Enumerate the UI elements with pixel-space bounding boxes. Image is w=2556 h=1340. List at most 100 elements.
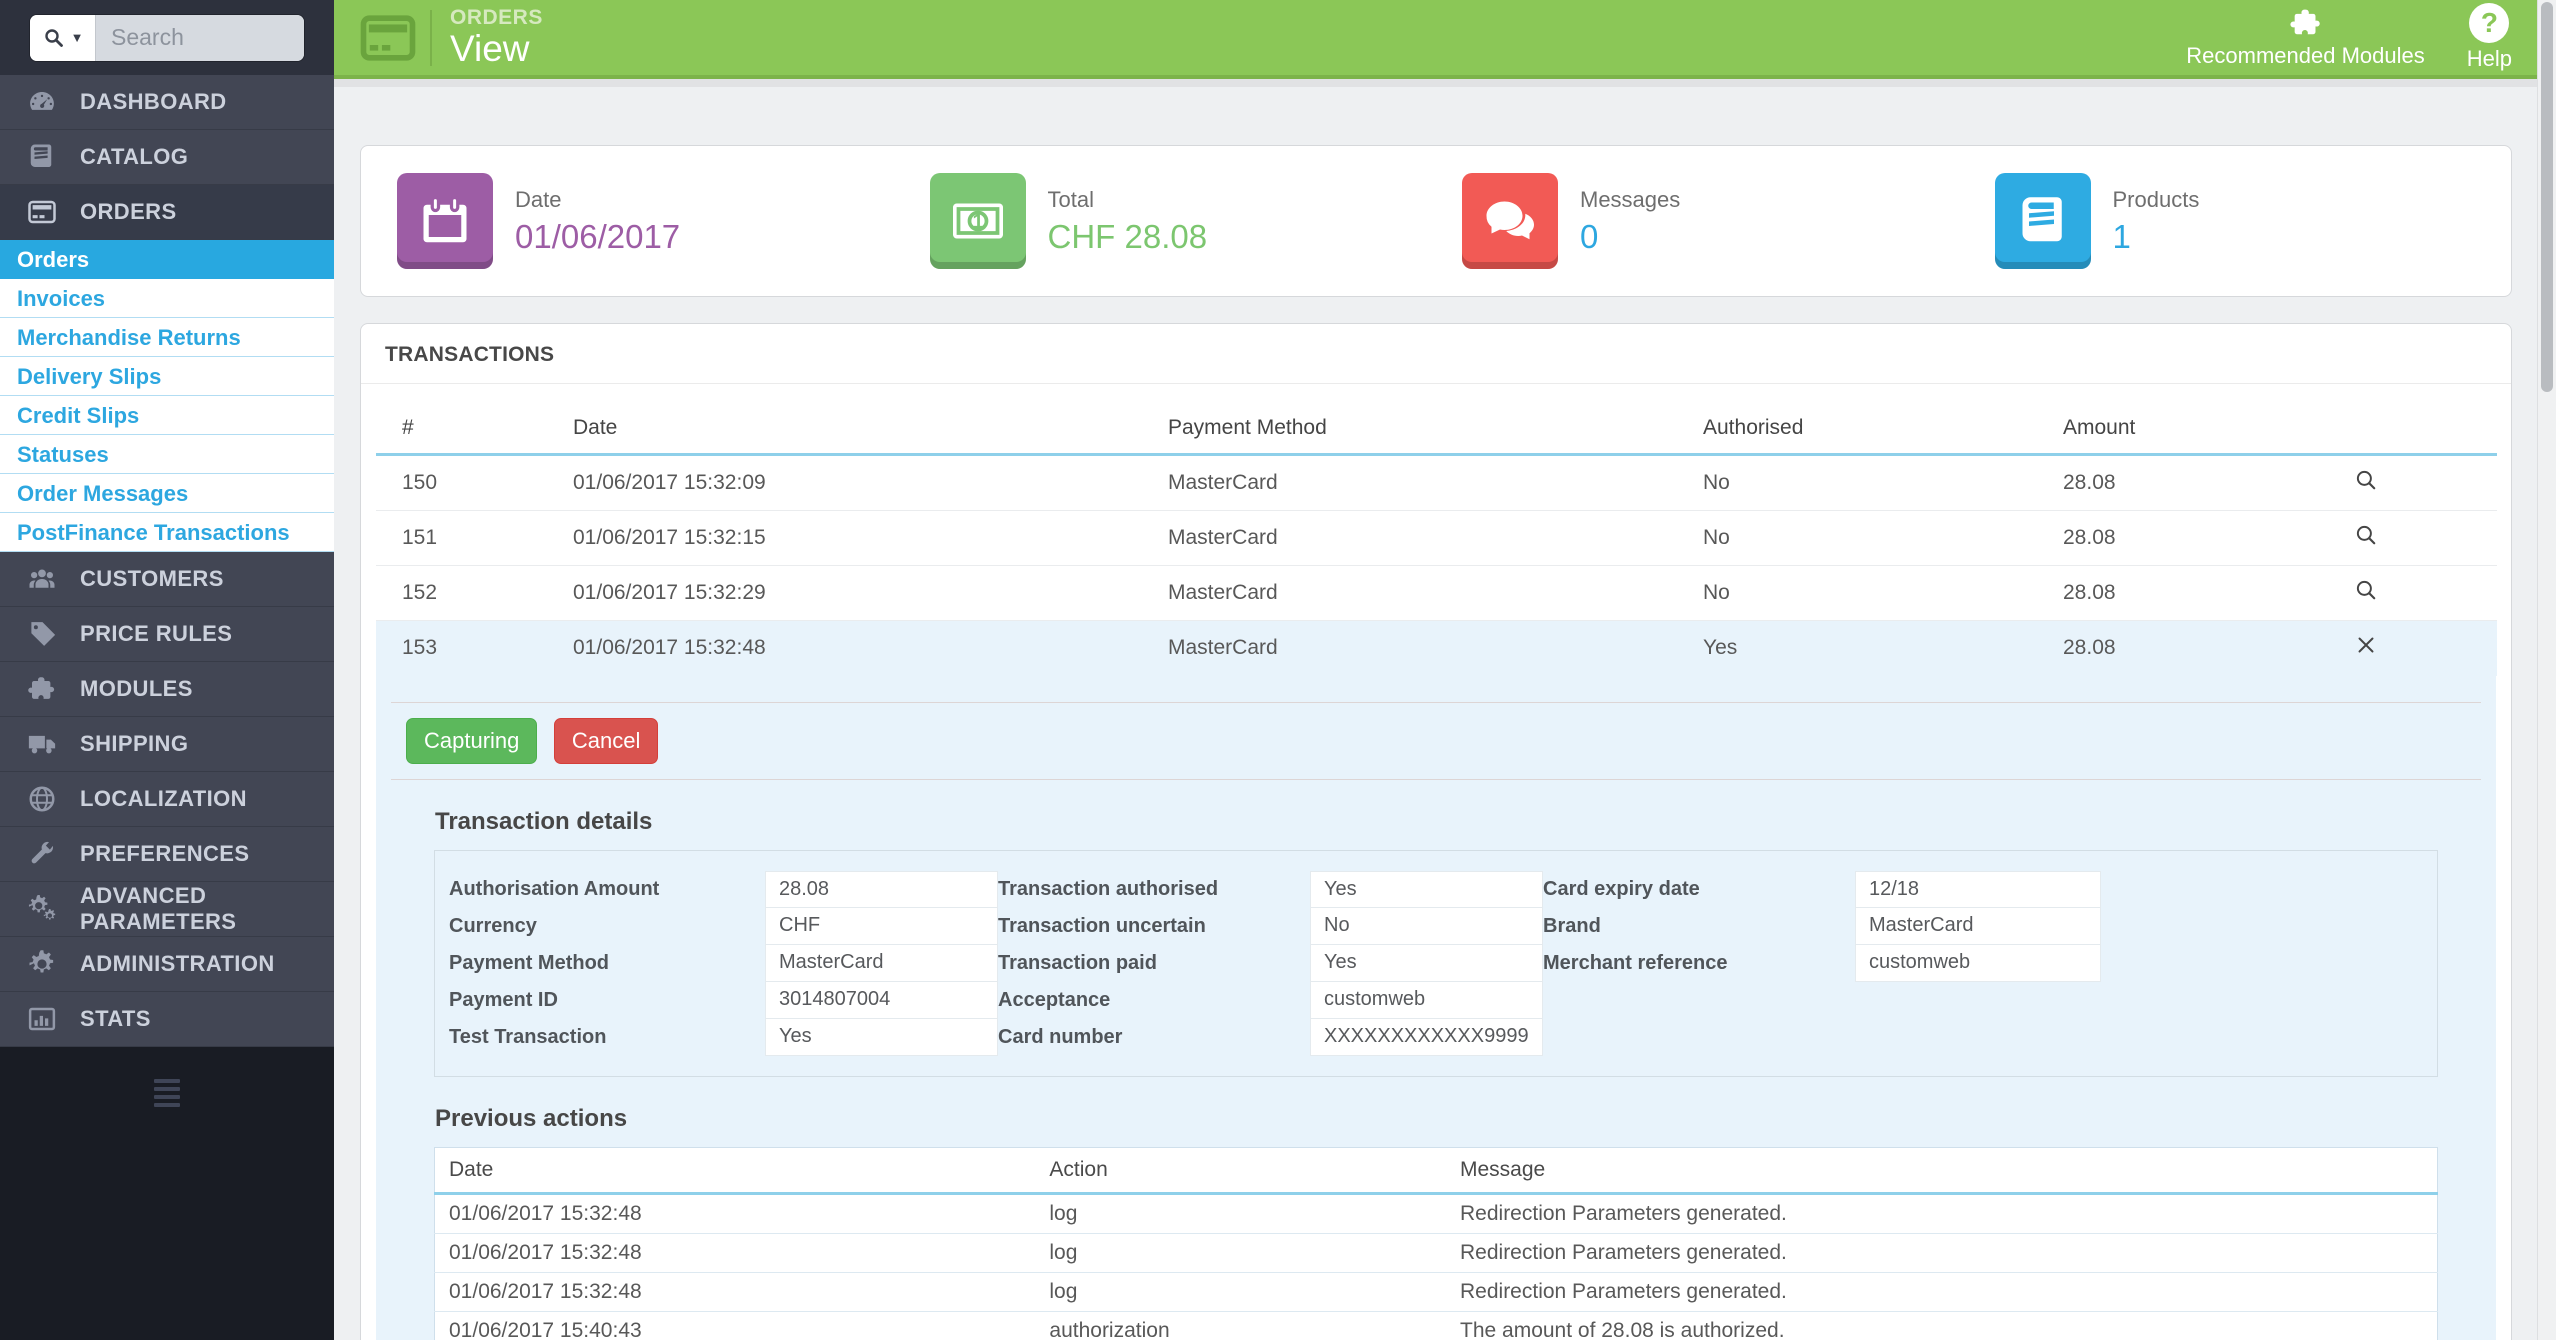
previous-actions-table: Date Action Message 01/06/2017 15:32:48 … xyxy=(434,1147,2438,1340)
details-column-3: Card expiry date12/18 BrandMasterCard Me… xyxy=(1543,871,2101,982)
cell-date: 01/06/2017 15:32:48 xyxy=(435,1273,1036,1312)
cell-date: 01/06/2017 15:32:48 xyxy=(435,1234,1036,1273)
transaction-details-section: Transaction details Authorisation Amount… xyxy=(434,808,2438,1077)
header-divider xyxy=(430,10,432,66)
search-scope-button[interactable]: ▼ xyxy=(30,15,96,61)
submenu-item-orders[interactable]: Orders xyxy=(0,240,334,279)
cell-date: 01/06/2017 15:40:43 xyxy=(435,1312,1036,1340)
sidebar-item-shipping[interactable]: SHIPPING xyxy=(0,717,334,772)
book-icon xyxy=(24,142,60,172)
help-button[interactable]: ? Help xyxy=(2467,3,2512,72)
sidebar-item-advanced-parameters[interactable]: ADVANCED PARAMETERS xyxy=(0,882,334,937)
topbar: ▼ xyxy=(0,0,334,75)
sidebar-item-label: CATALOG xyxy=(80,144,188,170)
summary-card-total: 1 Total CHF 28.08 xyxy=(904,173,1437,269)
submenu-item-credit-slips[interactable]: Credit Slips xyxy=(0,396,334,435)
sidebar-item-stats[interactable]: STATS xyxy=(0,992,334,1047)
submenu-item-order-messages[interactable]: Order Messages xyxy=(0,474,334,513)
summary-card-products: Products 1 xyxy=(1969,173,2502,269)
collapse-menu-icon[interactable] xyxy=(154,1079,180,1107)
book-icon xyxy=(1995,173,2091,269)
sidebar-item-localization[interactable]: LOCALIZATION xyxy=(0,772,334,827)
capturing-button[interactable]: Capturing xyxy=(406,718,537,764)
field-label: Brand xyxy=(1543,908,1855,945)
credit-card-icon xyxy=(24,197,60,227)
cell-message: Redirection Parameters generated. xyxy=(1446,1273,2438,1312)
sidebar-item-administration[interactable]: ADMINISTRATION xyxy=(0,937,334,992)
submenu-item-invoices[interactable]: Invoices xyxy=(0,279,334,318)
field-value: MasterCard xyxy=(765,944,998,982)
cell-payment-method: MasterCard xyxy=(1160,621,1695,676)
main-content: Date 01/06/2017 1 Total CHF 28.08 Messag… xyxy=(334,79,2538,1340)
bar-chart-icon xyxy=(24,1004,60,1034)
sidebar-item-label: PRICE RULES xyxy=(80,621,232,647)
sidebar-item-catalog[interactable]: CATALOG xyxy=(0,130,334,185)
column-header-authorised: Authorised xyxy=(1695,398,2055,455)
cell-message: The amount of 28.08 is authorized. xyxy=(1446,1312,2438,1340)
search-input[interactable] xyxy=(96,15,304,61)
recommended-modules-label: Recommended Modules xyxy=(2186,43,2424,69)
column-header-action: Action xyxy=(1035,1148,1446,1194)
scrollbar-track[interactable] xyxy=(2537,0,2556,1340)
cell-date: 01/06/2017 15:32:15 xyxy=(565,511,1160,566)
sidebar-item-label: MODULES xyxy=(80,676,193,702)
field-value: customweb xyxy=(1855,944,2101,982)
field-label: Card expiry date xyxy=(1543,871,1855,908)
sidebar-item-price-rules[interactable]: PRICE RULES xyxy=(0,607,334,662)
orders-submenu: Orders Invoices Merchandise Returns Deli… xyxy=(0,240,334,552)
submenu-item-merchandise-returns[interactable]: Merchandise Returns xyxy=(0,318,334,357)
transaction-details-zone: Capturing Cancel Transaction details Aut… xyxy=(376,676,2496,1340)
field-label: Transaction uncertain xyxy=(998,908,1310,945)
view-transaction-button[interactable] xyxy=(2353,522,2379,548)
view-transaction-button[interactable] xyxy=(2353,577,2379,603)
cell-authorised: No xyxy=(1695,511,2055,566)
table-row: 150 01/06/2017 15:32:09 MasterCard No 28… xyxy=(376,455,2497,511)
sidebar-item-modules[interactable]: MODULES xyxy=(0,662,334,717)
transaction-actions-bar: Capturing Cancel xyxy=(391,702,2481,780)
wrench-icon xyxy=(24,839,60,869)
svg-text:1: 1 xyxy=(972,211,983,233)
submenu-item-postfinance-transactions[interactable]: PostFinance Transactions xyxy=(0,513,334,552)
cell-message: Redirection Parameters generated. xyxy=(1446,1194,2438,1234)
cell-amount: 28.08 xyxy=(2055,621,2345,676)
summary-card-messages: Messages 0 xyxy=(1436,173,1969,269)
cell-authorised: Yes xyxy=(1695,621,2055,676)
summary-card-value: 01/06/2017 xyxy=(515,218,680,256)
field-label: Payment ID xyxy=(449,982,765,1019)
cell-date: 01/06/2017 15:32:48 xyxy=(435,1194,1036,1234)
recommended-modules-button[interactable]: Recommended Modules xyxy=(2186,6,2424,69)
table-row: 152 01/06/2017 15:32:29 MasterCard No 28… xyxy=(376,566,2497,621)
field-label: Card number xyxy=(998,1019,1310,1056)
cell-action: log xyxy=(1035,1194,1446,1234)
chat-bubbles-icon xyxy=(1462,173,1558,269)
field-value: MasterCard xyxy=(1855,907,2101,945)
close-details-button[interactable] xyxy=(2353,632,2379,658)
sidebar-item-customers[interactable]: CUSTOMERS xyxy=(0,552,334,607)
panel-title: TRANSACTIONS xyxy=(361,324,2511,384)
view-transaction-button[interactable] xyxy=(2353,467,2379,493)
field-label: Transaction paid xyxy=(998,945,1310,982)
truck-icon xyxy=(24,729,60,759)
field-label: Test Transaction xyxy=(449,1019,765,1056)
magnifier-icon xyxy=(2353,577,2379,603)
cell-authorised: No xyxy=(1695,566,2055,621)
sidebar-item-dashboard[interactable]: DASHBOARD xyxy=(0,75,334,130)
sidebar-footer xyxy=(0,1047,334,1340)
scrollbar-thumb[interactable] xyxy=(2541,2,2553,392)
field-label: Currency xyxy=(449,908,765,945)
puzzle-icon xyxy=(24,674,60,704)
column-header-id: # xyxy=(376,398,565,455)
submenu-item-statuses[interactable]: Statuses xyxy=(0,435,334,474)
sidebar-item-orders[interactable]: ORDERS xyxy=(0,185,334,240)
main-nav: DASHBOARD CATALOG ORDERS xyxy=(0,75,334,240)
details-column-2: Transaction authorisedYes Transaction un… xyxy=(998,871,1543,1056)
column-header-date: Date xyxy=(435,1148,1036,1194)
sidebar-item-preferences[interactable]: PREFERENCES xyxy=(0,827,334,882)
gears-icon xyxy=(24,894,60,924)
cell-id: 152 xyxy=(376,566,565,621)
cell-id: 153 xyxy=(376,621,565,676)
cancel-button[interactable]: Cancel xyxy=(554,718,658,764)
globe-icon xyxy=(24,784,60,814)
cell-authorised: No xyxy=(1695,455,2055,511)
submenu-item-delivery-slips[interactable]: Delivery Slips xyxy=(0,357,334,396)
